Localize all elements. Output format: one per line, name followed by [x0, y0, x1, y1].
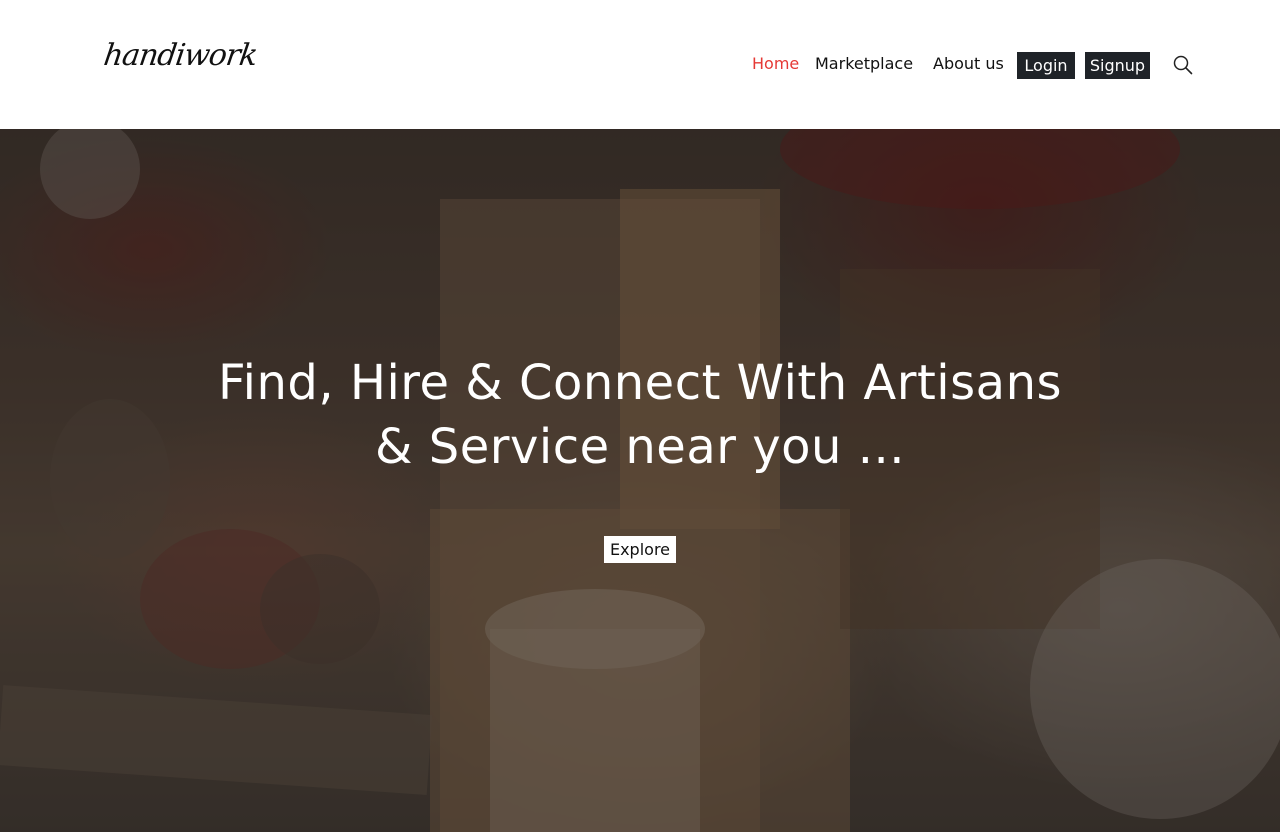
site-header: handiwork Home Marketplace About us Logi…	[0, 0, 1280, 129]
logo[interactable]: handiwork	[102, 38, 260, 73]
nav-about-link[interactable]: About us	[933, 52, 1004, 76]
explore-button[interactable]: Explore	[604, 536, 676, 563]
hero-title: Find, Hire & Connect With Artisans & Ser…	[140, 351, 1140, 479]
login-button[interactable]: Login	[1017, 52, 1075, 79]
nav-marketplace-link[interactable]: Marketplace	[815, 52, 913, 76]
hero-banner: Find, Hire & Connect With Artisans & Ser…	[0, 129, 1280, 832]
hero-title-line2: & Service near you ...	[375, 419, 905, 475]
signup-button[interactable]: Signup	[1085, 52, 1150, 79]
hero-title-line1: Find, Hire & Connect With Artisans	[218, 355, 1062, 411]
search-icon[interactable]	[1172, 54, 1194, 76]
nav-home-link[interactable]: Home	[752, 52, 799, 76]
hero-dark-overlay	[0, 129, 1280, 832]
